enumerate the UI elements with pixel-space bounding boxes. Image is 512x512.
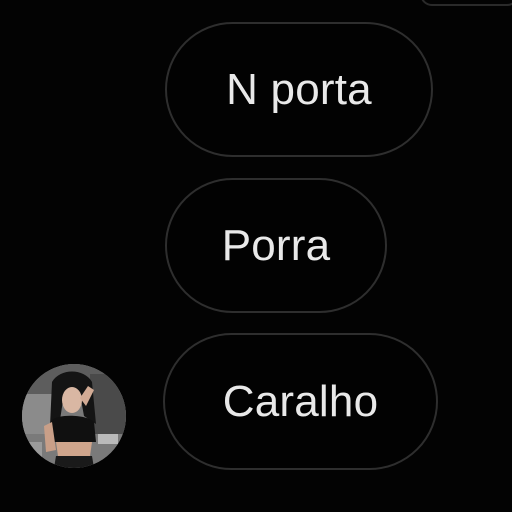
- message-text: N porta: [226, 64, 372, 114]
- chat-view: N porta Porra Caralho: [0, 0, 512, 512]
- message-text: Porra: [221, 220, 331, 270]
- avatar[interactable]: [22, 364, 126, 468]
- partial-bubble-edge: [420, 0, 512, 6]
- message-text: Caralho: [222, 376, 379, 426]
- message-bubble[interactable]: Porra: [165, 178, 387, 313]
- user-photo-avatar-icon: [22, 364, 126, 468]
- message-bubble[interactable]: Caralho: [163, 333, 438, 470]
- message-bubble[interactable]: N porta: [165, 22, 433, 157]
